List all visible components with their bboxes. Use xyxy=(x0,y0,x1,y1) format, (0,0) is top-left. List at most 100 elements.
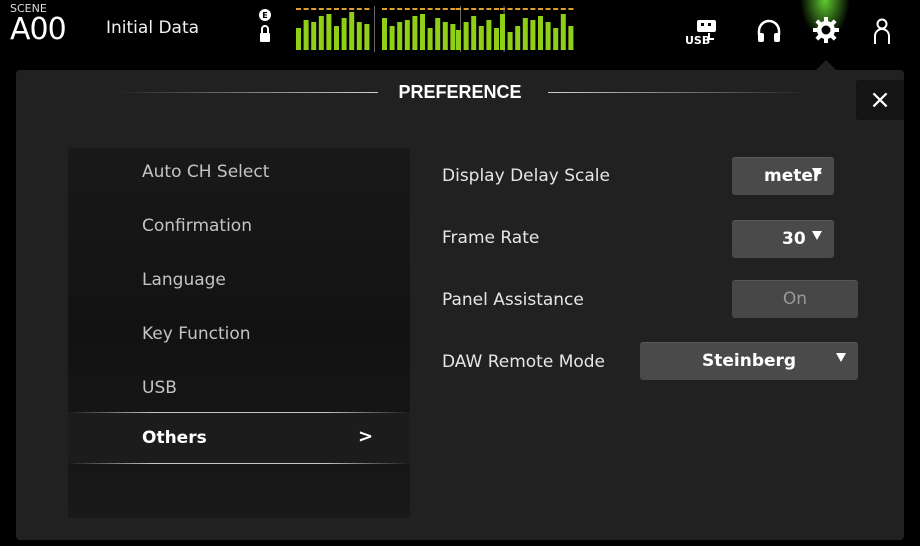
meter-peak xyxy=(420,8,425,10)
meter-peak xyxy=(397,8,403,10)
meter-peak xyxy=(318,8,324,10)
daw-remote-mode-label: DAW Remote Mode xyxy=(442,352,606,372)
meter-bar xyxy=(435,18,441,50)
svg-text:USB: USB xyxy=(685,34,710,47)
title-divider-right xyxy=(548,92,810,93)
meter-bar xyxy=(538,16,543,50)
user-icon[interactable] xyxy=(872,18,892,46)
meter-bar xyxy=(364,24,370,50)
meter-bar xyxy=(420,14,425,50)
svg-text:E: E xyxy=(262,11,267,20)
daw-remote-mode-value: Steinberg xyxy=(702,351,797,371)
display-delay-scale-dropdown[interactable]: meter xyxy=(732,157,834,195)
meter-bar xyxy=(303,20,309,50)
meter-bar xyxy=(382,18,387,50)
selection-divider-top xyxy=(68,412,410,413)
frame-rate-dropdown[interactable]: 30 xyxy=(732,220,834,258)
daw-remote-mode-dropdown[interactable]: Steinberg xyxy=(640,342,858,380)
panel-assistance-toggle[interactable]: On xyxy=(732,280,858,318)
meter-peak xyxy=(296,8,301,10)
lock-status: E xyxy=(258,8,272,52)
meter-bar xyxy=(486,20,492,50)
meter-peak xyxy=(382,8,387,10)
meter-peak xyxy=(349,8,355,10)
meter-peak xyxy=(450,8,456,10)
meter-bar xyxy=(515,26,521,50)
headphones-icon[interactable] xyxy=(756,18,782,44)
category-confirmation[interactable]: Confirmation xyxy=(142,216,252,236)
scene-number[interactable]: A00 xyxy=(10,12,67,47)
meter-peak xyxy=(456,8,461,10)
category-others[interactable]: Others > xyxy=(68,412,410,464)
meter-bar xyxy=(560,14,566,50)
lock-icon: E xyxy=(259,9,271,42)
meter-peak xyxy=(389,8,395,10)
meter-peak xyxy=(404,8,410,10)
meter-peak xyxy=(545,8,551,10)
meter-peak xyxy=(486,8,492,10)
panel-assistance-label: Panel Assistance xyxy=(442,290,584,310)
meter-bar xyxy=(507,32,513,50)
meter-bar xyxy=(404,20,410,50)
scene-name[interactable]: Initial Data xyxy=(106,18,199,38)
meter-bar xyxy=(397,22,403,50)
meter-bar xyxy=(500,14,505,50)
usb-icon[interactable]: USB xyxy=(684,18,718,48)
dropdown-arrow-icon xyxy=(812,231,822,240)
panel-pointer xyxy=(816,60,836,70)
category-usb[interactable]: USB xyxy=(142,378,177,398)
level-meters[interactable] xyxy=(296,6,626,52)
meter-bar xyxy=(326,14,332,50)
meter-bar xyxy=(356,22,362,50)
meter-peak xyxy=(471,8,477,10)
category-others-label: Others xyxy=(142,428,207,448)
meter-bar xyxy=(318,16,324,50)
meter-peak xyxy=(326,8,332,10)
meter-bar xyxy=(545,22,551,50)
meter-peak xyxy=(538,8,543,10)
preference-category-list: Auto CH Select Confirmation Language Key… xyxy=(68,148,410,518)
category-language[interactable]: Language xyxy=(142,270,226,290)
close-button[interactable]: × xyxy=(856,80,904,120)
preference-dialog: PREFERENCE × Auto CH Select Confirmation… xyxy=(16,70,904,540)
category-key-function[interactable]: Key Function xyxy=(142,324,251,344)
meter-peak xyxy=(303,8,309,10)
meter-bar xyxy=(412,16,418,50)
meter-peak xyxy=(560,8,566,10)
meter-bar xyxy=(553,28,559,50)
category-auto-ch-select[interactable]: Auto CH Select xyxy=(142,162,269,182)
meter-bar xyxy=(341,18,347,50)
meter-bar xyxy=(442,22,448,50)
meter-peak xyxy=(507,8,513,10)
meter-bar xyxy=(471,16,477,50)
meter-peak xyxy=(427,8,433,10)
chevron-right-icon: > xyxy=(358,426,374,447)
meter-peak xyxy=(311,8,317,10)
meter-peak xyxy=(530,8,536,10)
top-status-bar: SCENE A00 Initial Data E USB xyxy=(0,0,920,64)
meter-bar xyxy=(463,22,469,50)
meter-peak xyxy=(478,8,484,10)
gear-icon[interactable] xyxy=(812,16,840,44)
meter-peak xyxy=(412,8,418,10)
meter-bar xyxy=(296,28,301,50)
display-delay-scale-label: Display Delay Scale xyxy=(442,166,610,186)
meter-peak xyxy=(522,8,528,10)
meter-peak xyxy=(334,8,339,10)
meter-bar xyxy=(530,20,536,50)
meter-peak xyxy=(494,8,499,10)
dropdown-arrow-icon xyxy=(836,353,846,362)
meter-bar xyxy=(494,28,499,50)
meter-peak xyxy=(568,8,574,10)
meter-bar xyxy=(349,12,355,50)
meter-bar xyxy=(568,26,574,50)
frame-rate-label: Frame Rate xyxy=(442,228,540,248)
panel-assistance-value: On xyxy=(782,289,808,309)
meter-bar xyxy=(522,18,528,50)
meter-peak xyxy=(435,8,441,10)
meter-bar xyxy=(456,30,461,50)
frame-rate-value: 30 xyxy=(782,229,806,249)
meter-peak xyxy=(553,8,559,10)
meter-peak xyxy=(364,8,370,10)
meter-peak xyxy=(442,8,448,10)
